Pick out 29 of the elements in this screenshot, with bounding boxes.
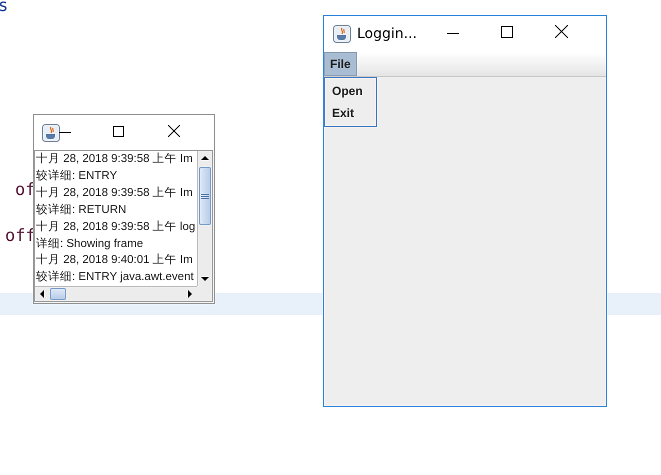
scroll-thumb[interactable] xyxy=(50,288,66,300)
log-line: 十月 28, 2018 9:39:58 上午 Im xyxy=(36,186,194,201)
code-text: off xyxy=(5,226,36,246)
menu-item[interactable]: File xyxy=(324,52,357,76)
log-text-area[interactable]: 十月 28, 2018 9:39:58 上午 Im 较详细: ENTRY 十月 28, 2018 9:39:58 上午 Im 较详细: RETURN 十月 28, 2018 9:39:58 上午 log 详细: Showing frame 十月 28, 2018 9:40:01 上午 Im 较详细: ENTRY java.awt.event xyxy=(35,151,197,286)
log-line: 十月 28, 2018 9:39:58 上午 log xyxy=(36,220,196,235)
menu-option[interactable]: Open xyxy=(325,80,376,102)
log-line: 详细: Showing frame xyxy=(36,236,144,252)
maximize-icon[interactable] xyxy=(501,26,514,38)
minimize-icon[interactable] xyxy=(59,132,71,134)
maximize-icon[interactable] xyxy=(113,126,124,136)
log-line: 较详细: RETURN xyxy=(36,202,128,218)
menu-option[interactable]: Exit xyxy=(325,102,376,124)
horizontal-scrollbar[interactable] xyxy=(35,286,197,301)
log-line: 十月 28, 2018 9:39:58 上午 Im xyxy=(36,152,194,167)
code-text: of xyxy=(15,180,36,200)
minimize-icon[interactable] xyxy=(447,33,460,35)
close-icon[interactable] xyxy=(555,25,568,38)
log-line: 较详细: ENTRY xyxy=(36,168,118,184)
grip-icon xyxy=(201,194,209,198)
vertical-scrollbar[interactable] xyxy=(197,151,212,286)
log-line: 十月 28, 2018 9:40:01 上午 Im xyxy=(36,252,194,268)
scroll-thumb[interactable] xyxy=(199,167,211,225)
code-text: s xyxy=(0,0,8,16)
log-line: 较详细: ENTRY java.awt.event xyxy=(36,269,195,286)
window-title: Loggin... xyxy=(357,26,418,42)
java-cup-icon xyxy=(333,25,351,43)
java-cup-icon xyxy=(42,124,60,142)
close-icon[interactable] xyxy=(168,124,180,136)
